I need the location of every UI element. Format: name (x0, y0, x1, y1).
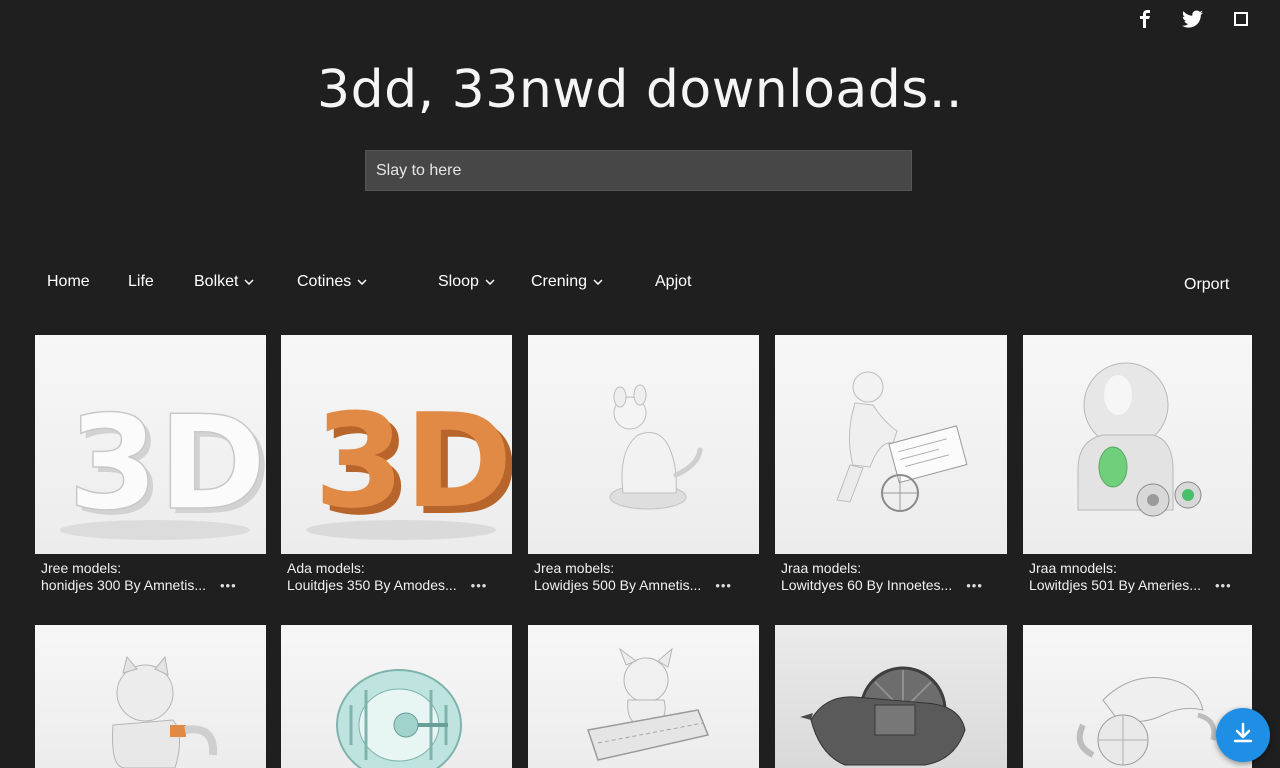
nav-item-sloop[interactable]: Sloop (438, 270, 495, 294)
nav-item-label: Life (128, 273, 154, 290)
card-subtitle[interactable]: Louitdjes 350 By Amodes... (287, 577, 457, 594)
share-square-icon[interactable] (1230, 8, 1252, 30)
facebook-icon[interactable] (1134, 8, 1156, 30)
nav-item-bolket[interactable]: Bolket (194, 270, 254, 294)
model-thumbnail[interactable] (528, 625, 759, 768)
boar-with-wheel-image (800, 666, 966, 766)
model-thumbnail[interactable]: 3D 3D (281, 335, 512, 554)
cat-on-tank-image (587, 647, 710, 761)
model-card[interactable] (775, 625, 1007, 768)
nav-item-label: Orport (1184, 276, 1230, 293)
nav-item-label: Bolket (194, 273, 239, 290)
robot-bulb-vehicle-image (1077, 362, 1202, 517)
card-subtitle[interactable]: Lowitdjes 501 By Ameries... (1029, 577, 1201, 594)
chevron-down-icon (244, 277, 254, 287)
model-thumbnail[interactable] (528, 335, 759, 554)
card-subtitle[interactable]: Lowitdyes 60 By Innoetes... (781, 577, 952, 594)
card-title: Jraa models: (781, 560, 862, 576)
nav-item-label: Apjot (655, 273, 692, 290)
mint-wheel-image (336, 669, 462, 768)
model-thumbnail[interactable] (281, 625, 512, 768)
card-subtitle[interactable]: honidjes 300 By Amnetis... (41, 577, 206, 594)
more-options-icon[interactable]: ••• (1215, 577, 1232, 594)
model-card[interactable]: 3D 3D Jree models: honidjes 300 By Amnet… (35, 335, 266, 595)
chevron-down-icon (357, 277, 367, 287)
model-card[interactable]: Jrea mobels: Lowidjes 500 By Amnetis... •… (528, 335, 759, 595)
model-thumbnail[interactable]: 3D 3D (35, 335, 266, 554)
model-card[interactable]: 3D 3D Ada models: Louitdjes 350 By Amode… (281, 335, 512, 595)
card-title: Ada models: (287, 560, 365, 576)
dog-figurine-image (609, 384, 703, 510)
chevron-down-icon (485, 277, 495, 287)
model-thumbnail[interactable] (35, 625, 266, 768)
card-title: Jree models: (41, 560, 122, 576)
chevron-down-icon (593, 277, 603, 287)
nav-item-home[interactable]: Home (47, 270, 90, 294)
model-thumbnail[interactable] (1023, 335, 1252, 554)
nav-item-label: Home (47, 273, 90, 290)
model-thumbnail[interactable] (775, 625, 1007, 768)
more-options-icon[interactable]: ••• (966, 577, 983, 594)
cat-figurine-image (112, 655, 218, 768)
social-links (1134, 8, 1252, 30)
site-title: 3dd, 33nwd downloads.. (317, 60, 963, 120)
more-options-icon[interactable]: ••• (715, 577, 732, 594)
nav-item-label: Cotines (297, 273, 352, 290)
figure-pushing-cart-image (836, 371, 968, 512)
model-card[interactable]: Jraa mnodels: Lowitdjes 501 By Ameries..… (1023, 335, 1252, 595)
more-options-icon[interactable]: ••• (471, 577, 488, 594)
nav-item-apjot[interactable]: Apjot (655, 270, 691, 294)
download-button[interactable] (1216, 708, 1270, 762)
card-title: Jraa mnodels: (1029, 560, 1117, 576)
nav-item-crening[interactable]: Crening (531, 270, 603, 294)
nav-item-label: Sloop (438, 273, 479, 290)
model-card[interactable]: Jraa models: Lowitdyes 60 By Innoetes...… (775, 335, 1007, 595)
svg-text:3D: 3D (68, 387, 266, 539)
nav-item-label: Crening (531, 273, 588, 290)
model-card[interactable] (528, 625, 759, 768)
3d-white-letters-image: 3D 3D (60, 386, 266, 544)
main-nav: Home Life Bolket Cotines Sloop Crening A… (0, 270, 1280, 294)
nav-item-life[interactable]: Life (128, 270, 154, 294)
nav-item-orport[interactable]: Orport (1184, 273, 1229, 297)
3d-orange-letters-image: 3D 3D (306, 385, 512, 544)
card-title: Jrea mobels: (534, 560, 615, 576)
svg-text:3D: 3D (314, 385, 512, 537)
twitter-icon[interactable] (1182, 8, 1204, 30)
nav-item-cotines[interactable]: Cotines (297, 270, 367, 294)
model-thumbnail[interactable] (775, 335, 1007, 554)
model-card[interactable] (281, 625, 512, 768)
more-options-icon[interactable]: ••• (220, 577, 237, 594)
model-card[interactable] (35, 625, 266, 768)
search-input[interactable] (365, 150, 912, 191)
download-icon (1231, 721, 1255, 750)
card-subtitle[interactable]: Lowidjes 500 By Amnetis... (534, 577, 701, 594)
